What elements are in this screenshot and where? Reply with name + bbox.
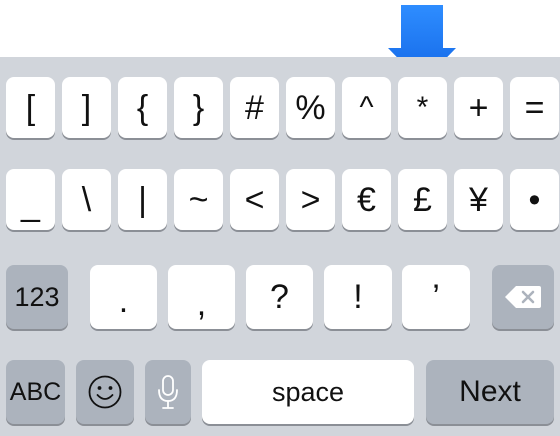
key-label: >	[300, 180, 321, 219]
key-plus[interactable]: +	[454, 77, 503, 138]
key-label: ¥	[469, 180, 488, 219]
backspace-icon	[504, 285, 542, 309]
key-label: _	[21, 184, 40, 223]
key-label: .	[118, 282, 129, 320]
key-label: ’	[432, 278, 440, 316]
key-label: £	[413, 180, 432, 219]
top-area	[0, 0, 560, 57]
key-pipe[interactable]: |	[118, 169, 167, 230]
key-label: €	[357, 180, 376, 219]
key-label: \	[81, 180, 92, 219]
key-close-brace[interactable]: }	[174, 77, 223, 138]
next-label: Next	[459, 375, 521, 408]
key-label: =	[524, 88, 545, 127]
key-label: ,	[196, 285, 207, 323]
key-underscore[interactable]: _	[6, 169, 55, 230]
key-label: #	[245, 88, 264, 127]
keyboard: [ ] { } # % ^ * + = _ \ | ~ < > € £ ¥ • …	[0, 57, 560, 436]
key-yen[interactable]: ¥	[454, 169, 503, 230]
key-pound[interactable]: £	[398, 169, 447, 230]
key-label: |	[138, 180, 147, 219]
numbers-mode-button[interactable]: 123	[6, 265, 68, 329]
key-open-bracket[interactable]: [	[6, 77, 55, 138]
space-label: space	[271, 376, 345, 407]
key-label: !	[353, 278, 363, 316]
key-label: }	[192, 88, 205, 127]
numbers-mode-label: 123	[14, 281, 60, 312]
microphone-icon	[156, 374, 180, 410]
key-label: ~	[188, 180, 209, 219]
space-bar[interactable]: space	[202, 360, 414, 424]
key-label: *	[416, 90, 429, 124]
key-label: ^	[359, 90, 374, 124]
key-asterisk[interactable]: *	[398, 77, 447, 138]
key-label: <	[244, 180, 265, 219]
emoji-button[interactable]	[76, 360, 134, 424]
key-label: ?	[270, 278, 289, 316]
key-label: ]	[81, 88, 92, 127]
next-button[interactable]: Next	[426, 360, 554, 424]
key-label: +	[468, 88, 489, 127]
key-tilde[interactable]: ~	[174, 169, 223, 230]
key-question-mark[interactable]: ?	[246, 265, 313, 329]
dictation-button[interactable]	[145, 360, 191, 424]
key-caret[interactable]: ^	[342, 77, 391, 138]
key-percent[interactable]: %	[286, 77, 335, 138]
key-backslash[interactable]: \	[62, 169, 111, 230]
key-equals[interactable]: =	[510, 77, 559, 138]
key-close-bracket[interactable]: ]	[62, 77, 111, 138]
key-period[interactable]: .	[90, 265, 157, 329]
key-less-than[interactable]: <	[230, 169, 279, 230]
key-hash[interactable]: #	[230, 77, 279, 138]
key-comma[interactable]: ,	[168, 265, 235, 329]
key-label: %	[295, 88, 326, 127]
key-bullet[interactable]: •	[510, 169, 559, 230]
key-apostrophe[interactable]: ’	[402, 265, 470, 329]
key-open-brace[interactable]: {	[118, 77, 167, 138]
key-exclamation[interactable]: !	[324, 265, 392, 329]
key-label: [	[25, 88, 36, 127]
key-label: {	[136, 88, 149, 127]
key-greater-than[interactable]: >	[286, 169, 335, 230]
smiley-icon	[87, 374, 123, 410]
key-euro[interactable]: €	[342, 169, 391, 230]
abc-mode-label: ABC	[9, 377, 62, 406]
abc-mode-button[interactable]: ABC	[6, 360, 65, 424]
key-label: •	[528, 180, 541, 219]
backspace-button[interactable]	[492, 265, 554, 329]
